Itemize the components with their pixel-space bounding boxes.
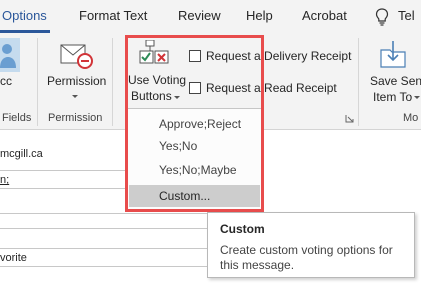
chevron-down-icon[interactable] <box>414 96 420 99</box>
field-divider <box>0 213 207 214</box>
from-field-value: mcgill.ca <box>0 148 43 160</box>
field-divider <box>0 170 127 171</box>
tab-format-text[interactable]: Format Text <box>79 8 147 23</box>
read-receipt-label[interactable]: Request a Read Receipt <box>206 81 337 95</box>
menu-item-yes-no-maybe[interactable]: Yes;No;Maybe <box>129 159 260 181</box>
lightbulb-icon[interactable] <box>375 8 389 26</box>
group-separator <box>112 38 113 126</box>
tab-tell-me[interactable]: Tel <box>398 8 415 23</box>
active-tab-underline <box>0 30 50 33</box>
tab-options[interactable]: Options <box>2 8 47 23</box>
tab-review[interactable]: Review <box>178 8 221 23</box>
use-voting-buttons-label-line1[interactable]: Use Voting <box>128 73 186 87</box>
bcc-icon[interactable] <box>0 38 20 72</box>
delivery-receipt-label[interactable]: Request a Delivery Receipt <box>206 49 351 63</box>
save-sent-folder-icon[interactable] <box>378 40 408 70</box>
permission-group-label: Permission <box>48 112 103 124</box>
tab-help[interactable]: Help <box>246 8 273 23</box>
group-separator <box>37 38 38 126</box>
more-options-group-label: Mo <box>403 112 419 124</box>
subject-field-value[interactable]: vorite <box>0 252 27 264</box>
menu-item-yes-no[interactable]: Yes;No <box>129 135 260 157</box>
fields-group-label: Fields <box>2 112 32 124</box>
save-sent-item-label-line2[interactable]: Item To <box>373 90 412 104</box>
bcc-button-label[interactable]: cc <box>0 74 12 88</box>
to-field-value[interactable]: n; <box>0 174 9 186</box>
menu-item-approve-reject[interactable]: Approve;Reject <box>129 113 260 135</box>
field-divider <box>0 266 207 267</box>
dialog-launcher-icon[interactable] <box>345 114 354 123</box>
voting-options-menu: Approve;Reject Yes;No Yes;No;Maybe Custo… <box>127 108 262 210</box>
field-divider <box>0 188 127 189</box>
permission-button-label[interactable]: Permission <box>47 74 106 88</box>
tab-acrobat[interactable]: Acrobat <box>302 8 347 23</box>
read-receipt-checkbox[interactable] <box>189 82 201 94</box>
menu-item-custom[interactable]: Custom... <box>129 185 260 207</box>
tooltip-title: Custom <box>220 222 265 236</box>
tooltip-body: Create custom voting options for this me… <box>220 243 393 272</box>
chevron-down-icon[interactable] <box>72 95 78 98</box>
use-voting-buttons-label-line2[interactable]: Buttons <box>131 89 172 103</box>
custom-tooltip: Custom Create custom voting options for … <box>207 212 415 278</box>
field-divider <box>0 248 207 249</box>
chevron-down-icon[interactable] <box>174 96 180 99</box>
group-separator <box>358 38 359 126</box>
permission-envelope-icon[interactable] <box>60 42 94 70</box>
delivery-receipt-checkbox[interactable] <box>189 50 201 62</box>
save-sent-item-label-line1[interactable]: Save Sent <box>370 74 421 88</box>
field-divider <box>0 228 207 229</box>
ribbon-tab-bar: Options Format Text Review Help Acrobat … <box>0 0 421 34</box>
voting-buttons-icon[interactable] <box>138 40 170 70</box>
